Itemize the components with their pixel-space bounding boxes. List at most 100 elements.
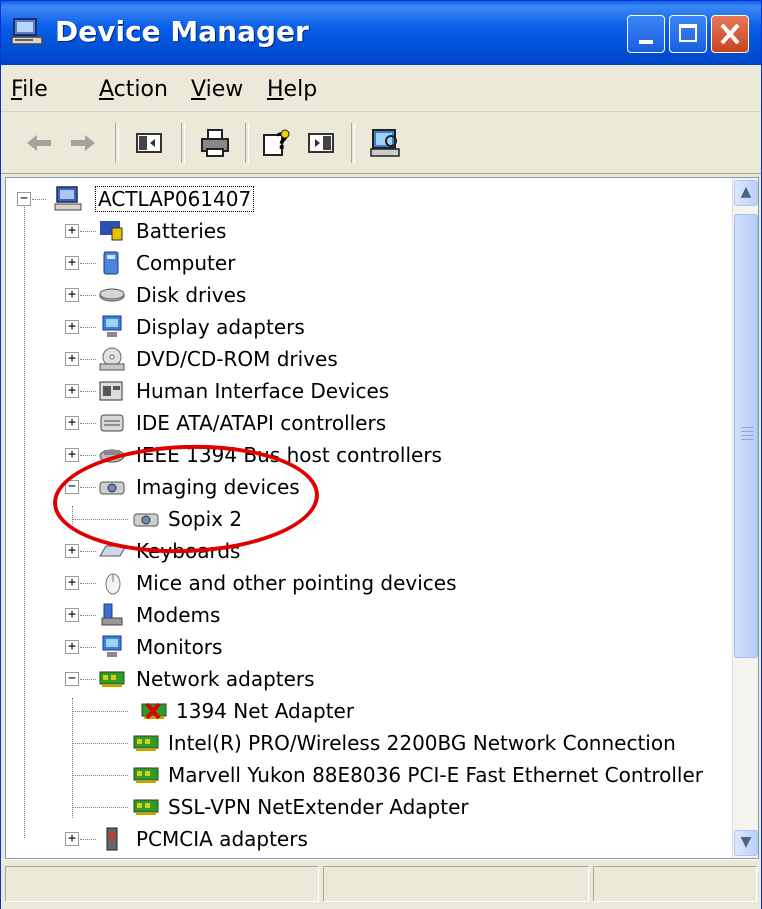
expand-icon[interactable]: + bbox=[65, 352, 79, 366]
expand-icon[interactable]: + bbox=[65, 416, 79, 430]
tree-item-disk-drives[interactable]: + Disk drives bbox=[6, 280, 732, 312]
expand-icon[interactable]: + bbox=[65, 608, 79, 622]
expand-icon[interactable]: + bbox=[65, 256, 79, 270]
tree-item-label: Disk drives bbox=[136, 283, 247, 307]
tree-item-human-interface-devices[interactable]: + Human Interface Devices bbox=[6, 376, 732, 408]
menu-action[interactable]: Action bbox=[99, 77, 168, 102]
status-pane bbox=[593, 866, 757, 902]
network-adapter-icon bbox=[133, 767, 159, 783]
minimize-button[interactable] bbox=[627, 15, 665, 53]
imaging-device-icon bbox=[99, 481, 125, 495]
tree-item-label: Imaging devices bbox=[136, 475, 300, 499]
tree-item-sopix-2[interactable]: Sopix 2 bbox=[6, 504, 732, 536]
tree-connector bbox=[80, 647, 96, 648]
vertical-scrollbar[interactable]: ▲ ▼ bbox=[732, 178, 758, 858]
tree-connector bbox=[80, 839, 96, 840]
ieee1394-icon bbox=[99, 449, 125, 463]
properties-icon[interactable] bbox=[305, 127, 337, 159]
forward-arrow-icon[interactable] bbox=[67, 127, 99, 159]
tree-item-1394-net-adapter[interactable]: 1394 Net Adapter bbox=[6, 696, 732, 728]
tree-item-monitors[interactable]: + Monitors bbox=[6, 632, 732, 664]
tree-item-label: Display adapters bbox=[136, 315, 305, 339]
tree-item-label: Network adapters bbox=[136, 667, 315, 691]
tree-item-ieee-1394-bus-host-controllers[interactable]: + IEEE 1394 Bus host controllers bbox=[6, 440, 732, 472]
scan-hardware-icon[interactable] bbox=[369, 127, 401, 159]
close-button[interactable] bbox=[711, 15, 749, 53]
tree-connector bbox=[72, 519, 128, 520]
tree-item-network-adapters[interactable]: − Network adapters bbox=[6, 664, 732, 696]
expand-icon[interactable]: + bbox=[65, 640, 79, 654]
device-tree: − ACTLAP061407 + Batteries + Computer + … bbox=[6, 178, 732, 858]
scroll-up-button[interactable]: ▲ bbox=[734, 180, 758, 206]
tree-item-ide-ata-atapi-controllers[interactable]: + IDE ATA/ATAPI controllers bbox=[6, 408, 732, 440]
title-bar[interactable]: Device Manager bbox=[1, 1, 761, 65]
tree-root[interactable]: − ACTLAP061407 bbox=[6, 184, 732, 216]
tree-connector bbox=[80, 231, 96, 232]
tree-connector bbox=[80, 583, 96, 584]
expand-icon[interactable]: + bbox=[65, 448, 79, 462]
expand-icon[interactable]: + bbox=[65, 384, 79, 398]
status-pane bbox=[5, 866, 319, 902]
tree-item-ssl-vpn-netextender[interactable]: SSL-VPN NetExtender Adapter bbox=[6, 792, 732, 824]
tree-item-dvd-cd-rom-drives[interactable]: + DVD/CD-ROM drives bbox=[6, 344, 732, 376]
network-adapter-icon bbox=[99, 671, 125, 687]
battery-icon bbox=[100, 221, 123, 241]
disk-drive-icon bbox=[99, 288, 125, 302]
tree-item-label: Sopix 2 bbox=[168, 507, 243, 531]
menu-help[interactable]: Help bbox=[267, 77, 317, 102]
menu-file[interactable]: File bbox=[11, 77, 48, 102]
expand-icon[interactable]: + bbox=[65, 832, 79, 846]
menu-view-accelerator: V bbox=[191, 77, 206, 102]
back-arrow-icon[interactable] bbox=[23, 127, 55, 159]
close-icon bbox=[720, 23, 740, 45]
scroll-thumb[interactable] bbox=[734, 214, 758, 658]
menu-action-accelerator: A bbox=[99, 77, 114, 102]
collapse-icon[interactable]: − bbox=[65, 672, 79, 686]
grip-line bbox=[741, 435, 753, 436]
tree-item-display-adapters[interactable]: + Display adapters bbox=[6, 312, 732, 344]
expand-icon[interactable]: + bbox=[65, 544, 79, 558]
minimize-icon bbox=[639, 40, 653, 44]
tree-item-batteries[interactable]: + Batteries bbox=[6, 216, 732, 248]
tree-item-label: SSL-VPN NetExtender Adapter bbox=[168, 795, 469, 819]
keyboard-icon bbox=[99, 545, 126, 557]
help-icon[interactable]: ? bbox=[261, 127, 293, 159]
tree-item-imaging-devices[interactable]: − Imaging devices bbox=[6, 472, 732, 504]
expand-icon[interactable]: + bbox=[65, 320, 79, 334]
menu-view[interactable]: View bbox=[191, 77, 243, 102]
device-tree-pane: − ACTLAP061407 + Batteries + Computer + … bbox=[5, 177, 759, 859]
tree-item-pcmcia-adapters[interactable]: + PCMCIA adapters bbox=[6, 824, 732, 856]
maximize-button[interactable] bbox=[669, 15, 707, 53]
root-computer-label: ACTLAP061407 bbox=[95, 186, 255, 212]
status-bar bbox=[1, 859, 761, 909]
collapse-icon[interactable]: − bbox=[17, 192, 31, 206]
tree-item-label: Intel(R) PRO/Wireless 2200BG Network Con… bbox=[168, 731, 676, 755]
tree-item-mice[interactable]: + Mice and other pointing devices bbox=[6, 568, 732, 600]
scroll-down-button[interactable]: ▼ bbox=[734, 830, 758, 856]
tree-item-marvell-yukon[interactable]: Marvell Yukon 88E8036 PCI-E Fast Etherne… bbox=[6, 760, 732, 792]
tree-item-label: Modems bbox=[136, 603, 221, 627]
expand-icon[interactable]: + bbox=[65, 224, 79, 238]
toolbar-separator bbox=[351, 123, 355, 163]
tree-item-keyboards[interactable]: + Keyboards bbox=[6, 536, 732, 568]
collapse-icon[interactable]: − bbox=[65, 480, 79, 494]
grip-line bbox=[741, 431, 753, 432]
tree-item-modems[interactable]: + Modems bbox=[6, 600, 732, 632]
tree-connector bbox=[80, 263, 96, 264]
tree-connector bbox=[80, 327, 96, 328]
toolbar: ? bbox=[1, 113, 761, 174]
tree-connector bbox=[80, 551, 96, 552]
expand-icon[interactable]: + bbox=[65, 576, 79, 590]
toolbar-separator bbox=[245, 123, 249, 163]
pcmcia-icon bbox=[106, 827, 118, 851]
network-adapter-icon bbox=[133, 735, 159, 751]
print-icon[interactable] bbox=[199, 127, 231, 159]
expand-icon[interactable]: + bbox=[65, 288, 79, 302]
tree-connector bbox=[80, 359, 96, 360]
tree-connector bbox=[72, 743, 128, 744]
show-hide-console-tree-icon[interactable] bbox=[133, 127, 165, 159]
tree-item-label: Batteries bbox=[136, 219, 227, 243]
tree-connector bbox=[32, 199, 46, 200]
tree-item-computer[interactable]: + Computer bbox=[6, 248, 732, 280]
tree-item-intel-wireless[interactable]: Intel(R) PRO/Wireless 2200BG Network Con… bbox=[6, 728, 732, 760]
